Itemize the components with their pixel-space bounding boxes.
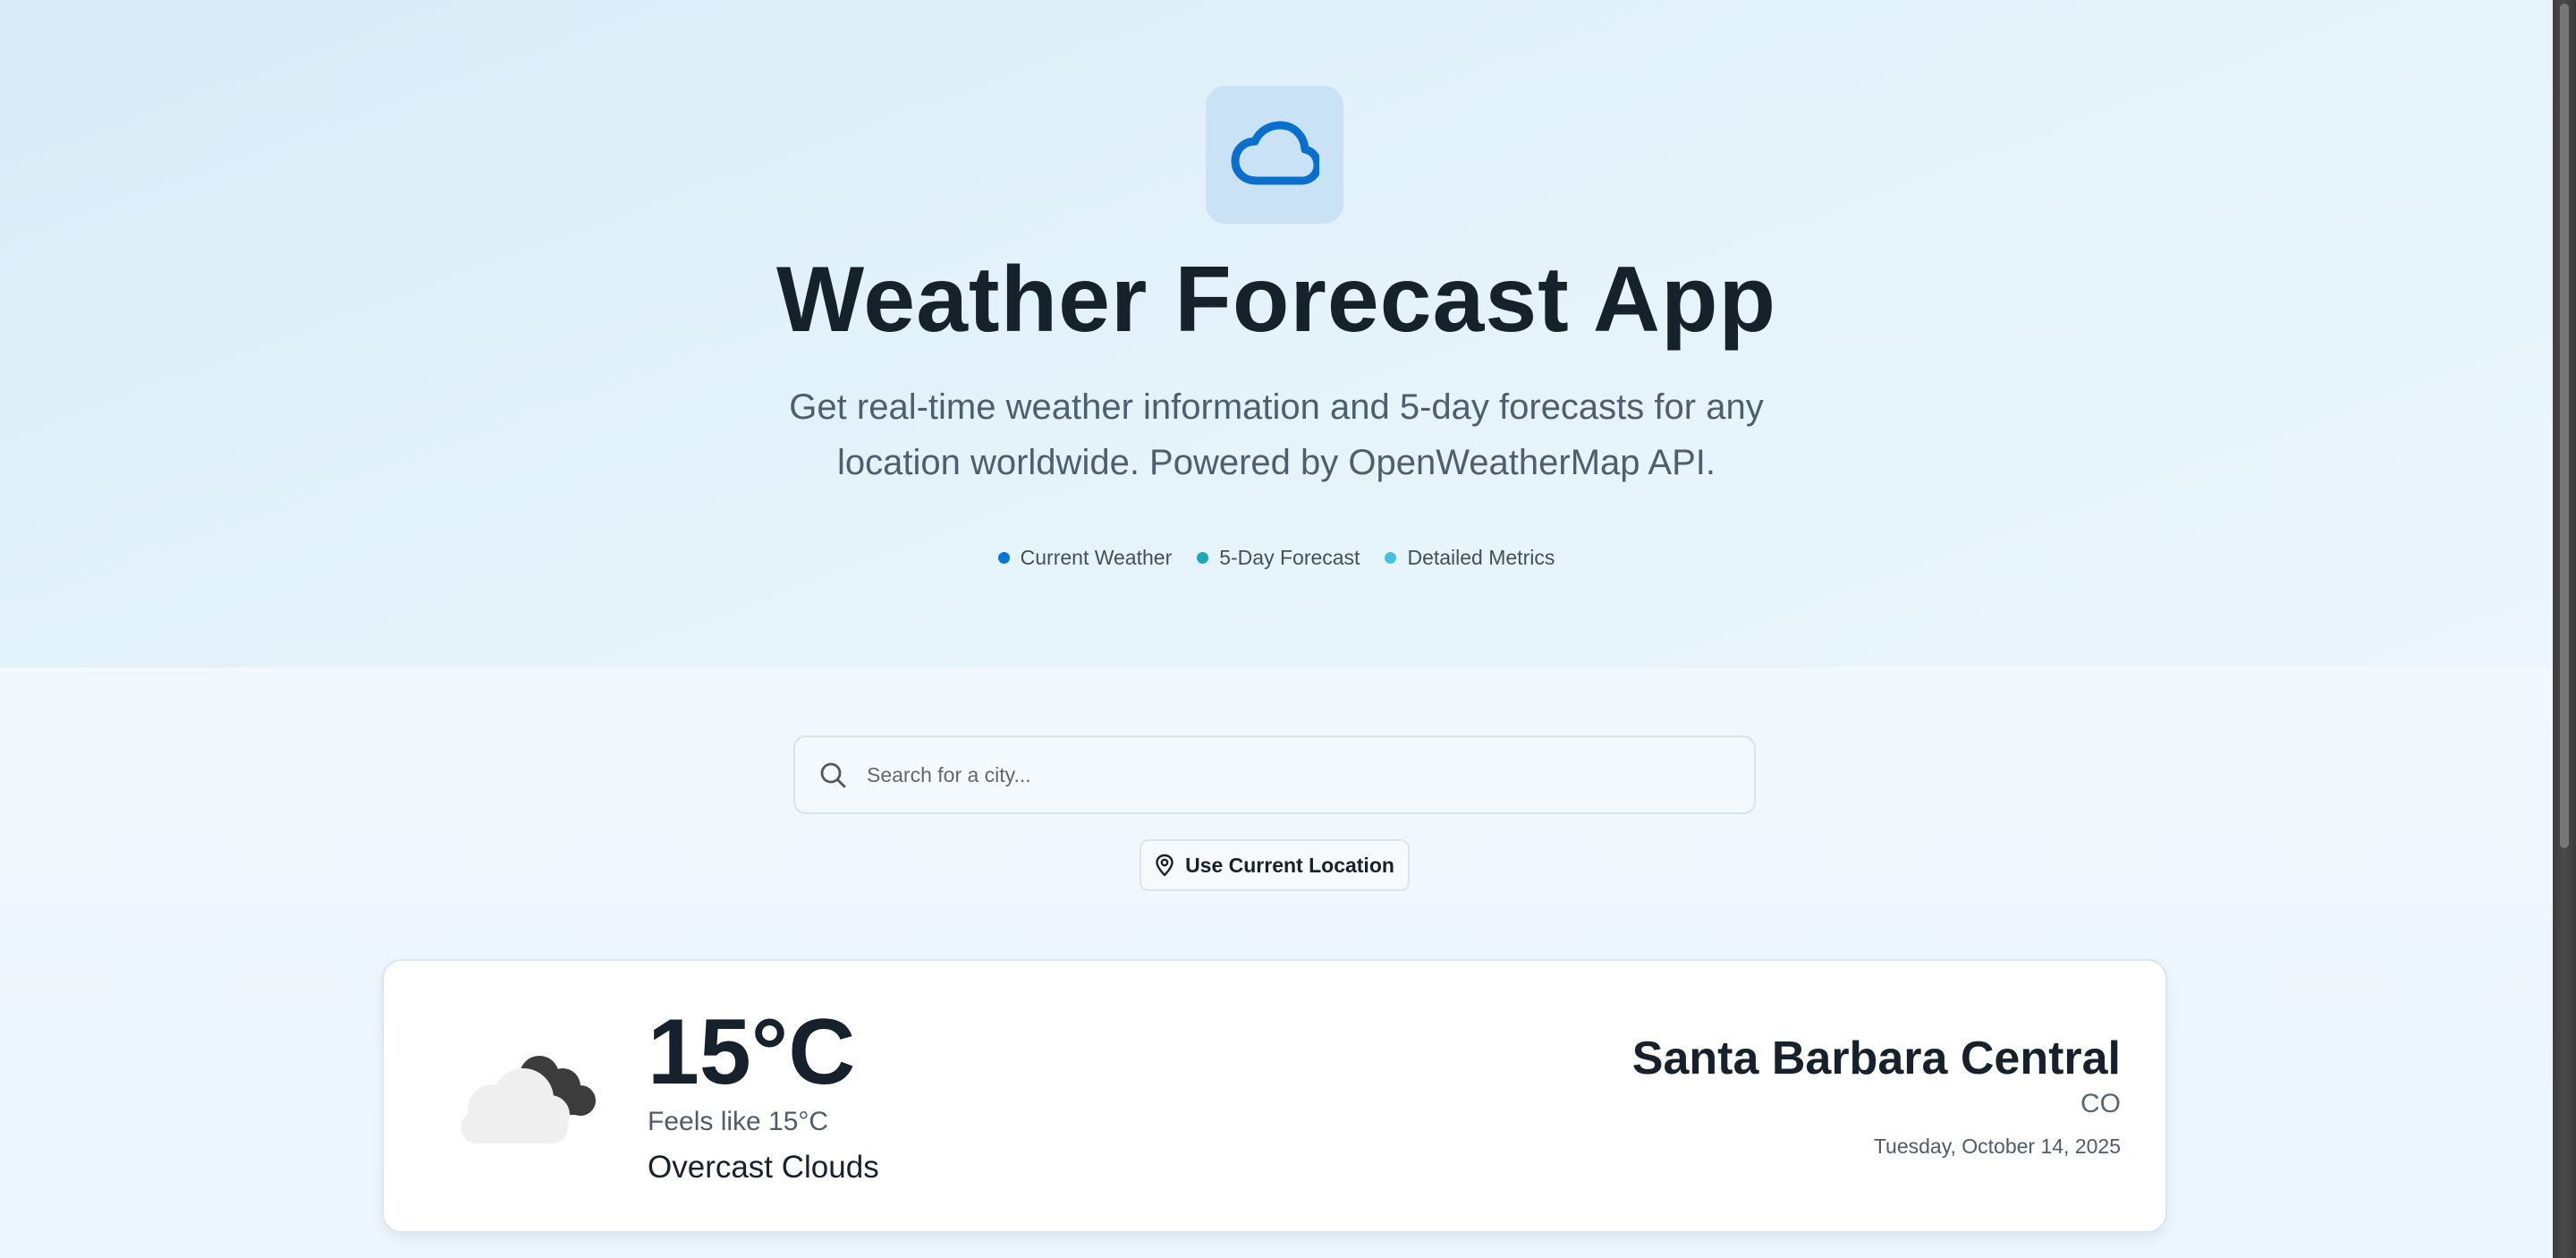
use-current-location-label: Use Current Location: [1185, 853, 1394, 877]
use-current-location-button[interactable]: Use Current Location: [1140, 839, 1410, 891]
current-temperature: 15°C: [648, 1000, 856, 1104]
feature-label: 5-Day Forecast: [1219, 546, 1360, 569]
page-title: Weather Forecast App: [775, 248, 1777, 352]
feature-item-forecast: 5-Day Forecast: [1197, 546, 1360, 570]
feature-list: Current Weather 5-Day Forecast Detailed …: [0, 546, 2553, 570]
feature-label: Detailed Metrics: [1407, 546, 1555, 569]
search-input[interactable]: [865, 747, 1727, 803]
feature-item-current-weather: Current Weather: [997, 546, 1173, 570]
map-pin-icon: [1156, 854, 1174, 877]
search-bar[interactable]: [793, 735, 1756, 814]
scrollbar-thumb[interactable]: [2560, 4, 2569, 848]
current-date: Tuesday, October 14, 2025: [1873, 1135, 2121, 1158]
page-subtitle: Get real-time weather information and 5-…: [789, 387, 1764, 482]
cloud-icon: [1231, 121, 1319, 185]
overcast-clouds-icon: [461, 1056, 596, 1143]
feels-like-text: Feels like 15°C: [648, 1107, 829, 1136]
app-logo: [1206, 86, 1343, 224]
search-icon: [818, 761, 847, 789]
weather-condition: Overcast Clouds: [648, 1150, 879, 1185]
bullet-dot-icon: [1385, 552, 1397, 564]
page-scrollbar[interactable]: [2553, 0, 2576, 1258]
feature-label: Current Weather: [1020, 546, 1173, 569]
city-name: Santa Barbara Central: [1631, 1033, 2121, 1084]
country-code: CO: [2080, 1089, 2121, 1118]
bullet-dot-icon: [997, 552, 1010, 564]
current-weather-card: 15°C Feels like 15°C Overcast Clouds San…: [382, 959, 2167, 1233]
feature-item-metrics: Detailed Metrics: [1385, 546, 1555, 570]
bullet-dot-icon: [1197, 552, 1209, 564]
